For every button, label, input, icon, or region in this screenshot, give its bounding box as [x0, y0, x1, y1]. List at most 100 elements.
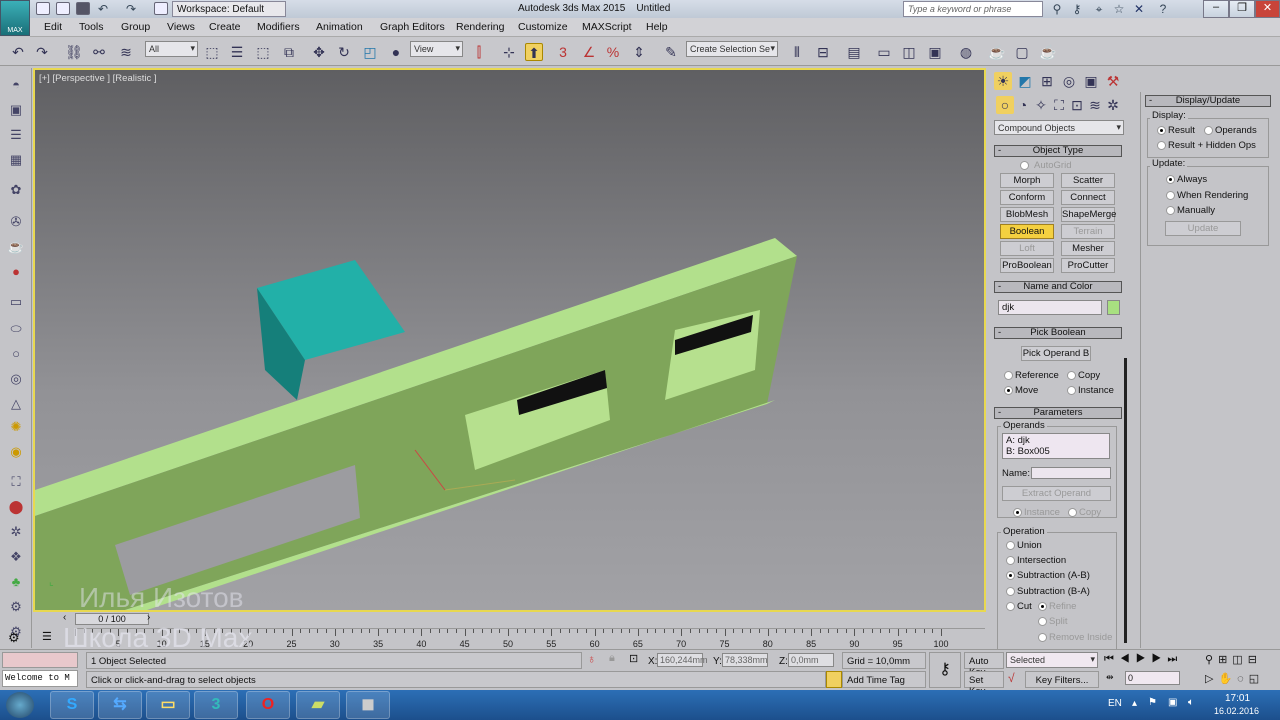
isolate-selection-icon[interactable]: ♁: [587, 652, 596, 666]
zoom-extents-icon[interactable]: ◫: [1232, 654, 1247, 666]
object-type-connect-button[interactable]: Connect: [1061, 190, 1115, 205]
y-coordinate-input[interactable]: 78,338mm: [722, 653, 768, 667]
binoculars-icon[interactable]: ⚲: [1050, 2, 1064, 16]
schematic-view-icon[interactable]: ▣: [926, 43, 944, 61]
subtraction-ba-radio[interactable]: Subtraction (B-A): [1006, 586, 1090, 597]
tray-expand-icon[interactable]: ▴: [1132, 698, 1137, 709]
union-radio[interactable]: Union: [1006, 540, 1042, 551]
reference-radio[interactable]: Reference: [1004, 370, 1059, 381]
pick-operand-b-button[interactable]: Pick Operand B: [1021, 346, 1091, 361]
window-crossing-icon[interactable]: ⧉: [280, 43, 298, 61]
grid-icon[interactable]: ▦: [7, 151, 25, 169]
cylinder-icon[interactable]: ⬭: [7, 320, 25, 338]
absolute-mode-icon[interactable]: ⊡: [629, 652, 638, 665]
object-type-proboolean-button[interactable]: ProBoolean: [1000, 258, 1054, 273]
edit-named-selection-icon[interactable]: ✎: [662, 43, 680, 61]
light-icon[interactable]: ✺: [7, 418, 25, 436]
unlink-icon[interactable]: ⚯: [90, 43, 108, 61]
menu-modifiers[interactable]: Modifiers: [257, 21, 300, 33]
geometry-icon[interactable]: ○: [996, 96, 1014, 114]
system-icon[interactable]: ❖: [7, 548, 25, 566]
lights-icon[interactable]: ✧: [1032, 96, 1050, 114]
scale-icon[interactable]: ◰: [361, 43, 379, 61]
display-tab-icon[interactable]: ▣: [1082, 72, 1100, 90]
subtraction-ab-radio[interactable]: Subtraction (A-B): [1006, 570, 1090, 581]
rectangular-selection-icon[interactable]: ⬚: [254, 43, 272, 61]
select-by-name-icon[interactable]: ☰: [228, 43, 246, 61]
time-tag-icon[interactable]: [826, 671, 842, 688]
set-key-button[interactable]: Set Key: [964, 671, 1004, 697]
sphere-primitive-icon[interactable]: ○: [7, 345, 25, 363]
scene-explorer-icon[interactable]: ▭: [875, 43, 893, 61]
camera-icon[interactable]: ⛶: [7, 473, 25, 491]
project-folder-icon[interactable]: [154, 2, 168, 15]
extract-instance-radio[interactable]: Instance: [1013, 507, 1060, 518]
object-type-rollout[interactable]: Object Type: [994, 145, 1122, 157]
object-color-swatch[interactable]: [1107, 300, 1120, 315]
operand-name-input[interactable]: [1031, 467, 1111, 479]
object-type-mesher-button[interactable]: Mesher: [1061, 241, 1115, 256]
menu-maxscript[interactable]: MAXScript: [582, 21, 632, 33]
hierarchy-tab-icon[interactable]: ⊞: [1038, 72, 1056, 90]
viewport-icon[interactable]: ▣: [7, 101, 25, 119]
zoom-all-icon[interactable]: ⊞: [1218, 654, 1232, 666]
menu-create[interactable]: Create: [209, 21, 241, 33]
save-icon[interactable]: [76, 2, 90, 15]
curve-editor-icon[interactable]: ◫: [900, 43, 918, 61]
brush-icon[interactable]: ✇: [7, 213, 25, 231]
menu-rendering[interactable]: Rendering: [456, 21, 504, 33]
undo-icon[interactable]: ↶: [96, 2, 110, 16]
taskbar-video[interactable]: ◼: [346, 691, 390, 719]
pick-boolean-rollout[interactable]: Pick Boolean: [994, 327, 1122, 339]
object-type-conform-button[interactable]: Conform: [1000, 190, 1054, 205]
set-keys-key-icon[interactable]: ⚷: [929, 652, 961, 688]
clock-date[interactable]: 16.02.2016: [1214, 706, 1259, 716]
star-icon[interactable]: ☆: [1112, 2, 1126, 16]
link-icon[interactable]: ⛓: [65, 43, 83, 61]
key-icon[interactable]: ⚷: [1070, 2, 1084, 16]
walkthrough-icon[interactable]: ⚙: [7, 598, 25, 616]
percent-snap-icon[interactable]: %: [604, 43, 622, 61]
exchange-icon[interactable]: ✕: [1132, 2, 1146, 16]
selection-filter-dropdown[interactable]: All: [145, 41, 198, 57]
start-button[interactable]: [6, 692, 34, 718]
always-radio[interactable]: Always: [1166, 174, 1207, 185]
select-object-icon[interactable]: ⬚: [203, 43, 221, 61]
redo-icon[interactable]: ↷: [33, 43, 51, 61]
close-button[interactable]: ✕: [1255, 0, 1280, 18]
render-setup-icon[interactable]: ☕: [988, 43, 1006, 61]
zoom-icon[interactable]: ⚲: [1205, 654, 1218, 666]
align-icon[interactable]: ⊟: [814, 43, 832, 61]
keyboard-shortcut-override-icon[interactable]: ⬆: [525, 43, 543, 61]
display-update-rollout[interactable]: Display/Update: [1145, 95, 1271, 107]
menu-tools[interactable]: Tools: [79, 21, 104, 33]
go-to-end-icon[interactable]: ⏭: [1167, 653, 1183, 665]
category-dropdown[interactable]: Compound Objects: [994, 120, 1124, 135]
open-icon[interactable]: [56, 2, 70, 15]
snaps-toggle-icon[interactable]: 3: [554, 43, 572, 61]
go-to-start-icon[interactable]: ⏮: [1104, 653, 1120, 665]
taskbar-opera[interactable]: O: [246, 691, 290, 719]
menu-graph-editors[interactable]: Graph Editors: [380, 21, 445, 33]
manually-radio[interactable]: Manually: [1166, 205, 1215, 216]
rotate-icon[interactable]: ↻: [335, 43, 353, 61]
move-radio[interactable]: Move: [1004, 385, 1038, 396]
operands-list[interactable]: A: djk B: Box005: [1002, 433, 1110, 459]
extract-copy-radio[interactable]: Copy: [1068, 507, 1101, 518]
maximize-viewport-icon[interactable]: ◱: [1249, 673, 1264, 685]
language-indicator[interactable]: EN: [1108, 698, 1122, 709]
pivot-center-icon[interactable]: ⫿: [470, 43, 488, 61]
plant-icon[interactable]: ♣: [7, 573, 25, 591]
taskbar-explorer[interactable]: ▭: [146, 691, 190, 719]
search-input[interactable]: Type a keyword or phrase: [903, 1, 1043, 17]
object-type-procutter-button[interactable]: ProCutter: [1061, 258, 1115, 273]
instance-radio[interactable]: Instance: [1067, 385, 1114, 396]
add-time-tag-button[interactable]: Add Time Tag: [842, 671, 926, 688]
helpers-icon[interactable]: ⊡: [1068, 96, 1086, 114]
taskbar-app[interactable]: ▰: [296, 691, 340, 719]
object-type-loft-button[interactable]: Loft: [1000, 241, 1054, 256]
cut-radio[interactable]: Cut: [1006, 601, 1032, 612]
move-icon[interactable]: ✥: [310, 43, 328, 61]
manipulate-icon[interactable]: ⊹: [500, 43, 518, 61]
motion-tab-icon[interactable]: ◎: [1060, 72, 1078, 90]
